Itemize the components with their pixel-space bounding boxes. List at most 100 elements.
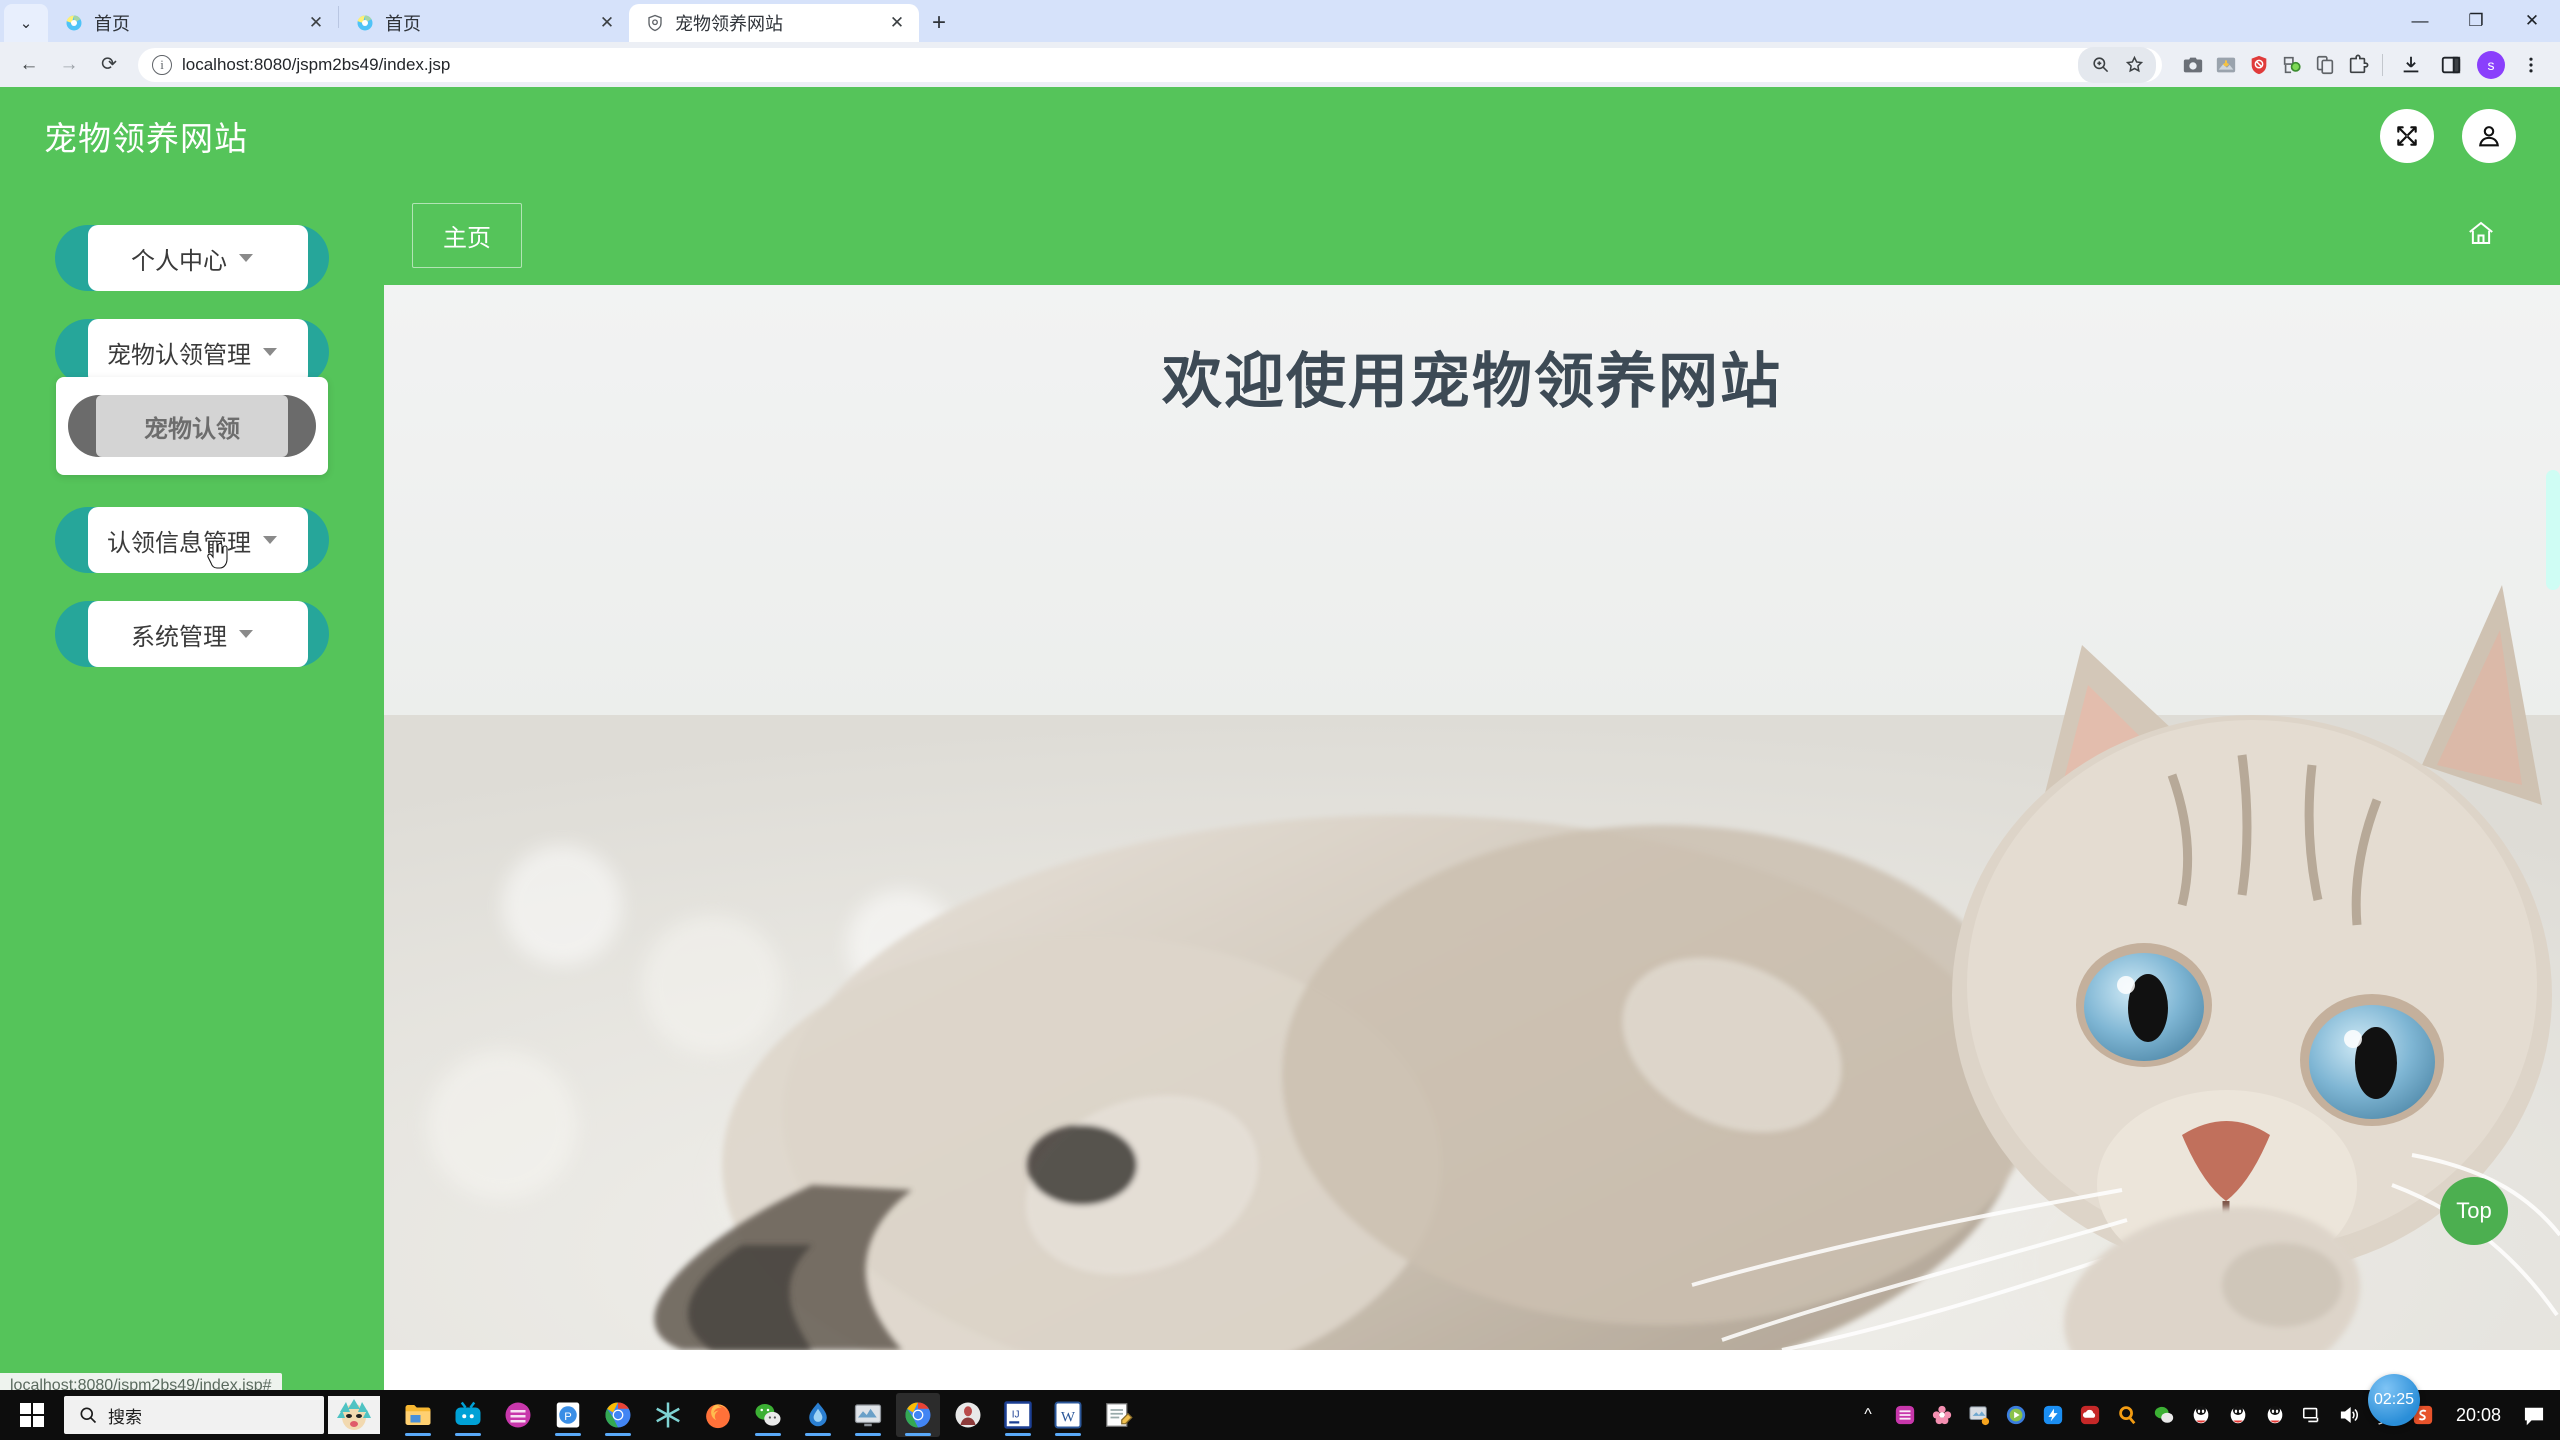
taskbar-app-monitor[interactable]: [846, 1393, 890, 1437]
taskbar-app-intellij-idea[interactable]: IJ: [996, 1393, 1040, 1437]
sidebar-item-personal-center[interactable]: 个人中心: [55, 225, 329, 291]
extensions-puzzle-icon[interactable]: [2343, 50, 2373, 80]
back-to-top-button[interactable]: Top: [2440, 1177, 2508, 1245]
user-button[interactable]: [2462, 109, 2516, 163]
minimize-icon: —: [2411, 11, 2429, 30]
web-page: 宠物领养网站 个人中心 宠物认领管理 宠物认领 认领信息管理 系统管理 主页 欢…: [0, 87, 2560, 1400]
app-rainbow-icon[interactable]: [1891, 1401, 1919, 1429]
browser-tab-2[interactable]: 首页 ✕: [339, 4, 629, 42]
media-player-icon[interactable]: [2002, 1401, 2030, 1429]
adblock-shield-icon[interactable]: [2244, 50, 2274, 80]
taskbar-app-wechat[interactable]: [746, 1393, 790, 1437]
taskbar-app-colorful[interactable]: [496, 1393, 540, 1437]
start-button[interactable]: [0, 1390, 64, 1440]
zoom-icon[interactable]: [2084, 50, 2116, 80]
sidebar-item-label: 系统管理: [131, 623, 227, 651]
main-content: 主页 欢迎使用宠物领养网站 Top: [384, 185, 2560, 1400]
profile-button[interactable]: s: [2472, 46, 2510, 84]
tabbar-actions: [2466, 218, 2532, 253]
taskbar-app-word[interactable]: W: [1046, 1393, 1090, 1437]
tab-search-button[interactable]: ⌄: [4, 4, 48, 42]
close-icon[interactable]: ✕: [304, 11, 328, 35]
chevron-up-icon[interactable]: ^: [1854, 1401, 1882, 1429]
chrome-menu-button[interactable]: [2512, 46, 2550, 84]
taskbar-app-file-explorer[interactable]: [396, 1393, 440, 1437]
page-title: 宠物领养网站: [44, 120, 248, 157]
taskbar-app-person[interactable]: [946, 1393, 990, 1437]
tabby-kitten-photo: [384, 285, 2560, 1350]
sidebar-item-pet-claim-management[interactable]: 宠物认领管理: [55, 319, 329, 385]
search-icon: [80, 1407, 97, 1424]
sidebar-item-label-wrap: 系统管理: [131, 617, 253, 652]
qq-icon[interactable]: [2261, 1401, 2289, 1429]
home-icon[interactable]: [2466, 221, 2496, 252]
sidebar-group-personal-center: 个人中心: [0, 225, 384, 291]
taskbar-app-chrome[interactable]: [596, 1393, 640, 1437]
search-orange-icon[interactable]: [2113, 1401, 2141, 1429]
tab-home[interactable]: 主页: [412, 202, 522, 268]
forward-button[interactable]: →: [50, 46, 88, 84]
fullscreen-button[interactable]: [2380, 109, 2434, 163]
taskbar-app-notepad[interactable]: [1096, 1393, 1140, 1437]
browser-tab-1[interactable]: 首页 ✕: [48, 4, 338, 42]
bookmark-star-icon[interactable]: [2118, 50, 2150, 80]
notification-icon[interactable]: [2520, 1401, 2548, 1429]
plus-icon: +: [931, 9, 946, 36]
qq-icon[interactable]: [2187, 1401, 2215, 1429]
volume-icon[interactable]: [2335, 1401, 2363, 1429]
address-bar[interactable]: i localhost:8080/jspm2bs49/index.jsp: [138, 46, 2162, 83]
header-actions: [2380, 109, 2516, 163]
sidebar-subitem-pet-claim[interactable]: 宠物认领: [68, 395, 316, 457]
downloads-button[interactable]: [2392, 46, 2430, 84]
copy-icon[interactable]: [2310, 50, 2340, 80]
chevron-down-icon: [263, 348, 277, 356]
extension-icons: [2172, 50, 2373, 80]
taskbar-app-wps-presentation[interactable]: P: [546, 1393, 590, 1437]
dingtalk-icon[interactable]: [2039, 1401, 2067, 1429]
taskbar-apps: P IJ W: [388, 1393, 1140, 1437]
taskbar-app-snowflake[interactable]: [646, 1393, 690, 1437]
side-panel-button[interactable]: [2432, 46, 2470, 84]
capture-icon[interactable]: [2277, 50, 2307, 80]
browser-tab-3-active[interactable]: 宠物领养网站 ✕: [629, 4, 919, 42]
taskbar-app-bilibili[interactable]: [446, 1393, 490, 1437]
floating-clock-widget[interactable]: 02:25: [2368, 1374, 2420, 1426]
taskbar-search-input[interactable]: 搜索: [64, 1396, 324, 1434]
search-mascot-icon[interactable]: [328, 1396, 380, 1434]
minimize-button[interactable]: —: [2392, 0, 2448, 42]
close-icon[interactable]: ✕: [885, 11, 909, 35]
reload-button[interactable]: ⟳: [90, 46, 128, 84]
camera-icon[interactable]: [2178, 50, 2208, 80]
back-button[interactable]: ←: [10, 46, 48, 84]
taskbar-clock[interactable]: 20:08: [2446, 1405, 2511, 1426]
sidebar-item-label-wrap: 宠物认领管理: [107, 335, 277, 370]
sidebar-item-system-management[interactable]: 系统管理: [55, 601, 329, 667]
avatar: s: [2477, 50, 2505, 79]
chevron-down-icon: [239, 630, 253, 638]
close-window-button[interactable]: ✕: [2504, 0, 2560, 42]
image-download-icon[interactable]: [2211, 50, 2241, 80]
new-tab-button[interactable]: +: [919, 4, 959, 42]
wechat-icon[interactable]: [2150, 1401, 2178, 1429]
tab-title: 宠物领养网站: [675, 14, 783, 34]
reload-icon: ⟳: [101, 54, 117, 75]
qq-icon[interactable]: [2224, 1401, 2252, 1429]
sidebar-item-claim-info-management[interactable]: 认领信息管理: [55, 507, 329, 573]
taskbar-app-chrome-active[interactable]: [896, 1393, 940, 1437]
site-info-icon[interactable]: i: [152, 54, 172, 75]
taskbar-app-firefox[interactable]: [696, 1393, 740, 1437]
app-flower-icon[interactable]: [1928, 1401, 1956, 1429]
taskbar-app-blue-drop[interactable]: [796, 1393, 840, 1437]
sidebar-item-label-wrap: 认领信息管理: [107, 523, 277, 558]
screenshot-icon[interactable]: [1965, 1401, 1993, 1429]
cloud-icon[interactable]: [2076, 1401, 2104, 1429]
running-indicator: [855, 1433, 881, 1436]
close-icon[interactable]: ✕: [595, 11, 619, 35]
window-controls: — ❐ ✕: [2392, 0, 2560, 42]
network-icon[interactable]: [2298, 1401, 2326, 1429]
scrollbar-indicator[interactable]: [2546, 470, 2560, 590]
sidebar-submenu-pet-claim: 宠物认领: [56, 377, 328, 475]
maximize-button[interactable]: ❐: [2448, 0, 2504, 42]
sidebar-group-pet-claim-management: 宠物认领管理 宠物认领: [0, 319, 384, 475]
sidebar-item-label-wrap: 个人中心: [131, 241, 253, 276]
